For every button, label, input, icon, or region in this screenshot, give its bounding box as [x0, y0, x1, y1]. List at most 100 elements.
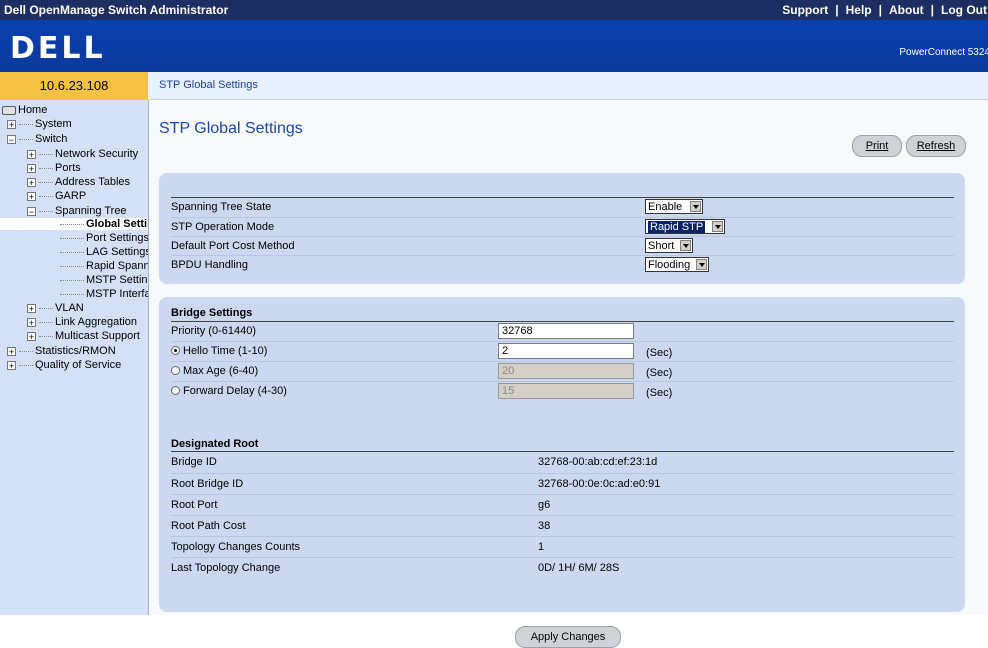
collapse-icon[interactable]: − — [27, 206, 36, 216]
expand-icon[interactable]: + — [7, 360, 16, 370]
page-title: STP Global Settings — [159, 120, 303, 137]
tree-item[interactable]: + Statistics/RMON — [7, 345, 116, 357]
tree-item[interactable]: + Ports — [27, 162, 81, 174]
tree-item[interactable]: + Link Aggregation — [27, 316, 137, 328]
tree-item[interactable]: − Spanning Tree — [27, 205, 127, 217]
default-port-cost-row: Default Port Cost Method Short — [171, 236, 954, 256]
hello-time-row: Hello Time (1-10) 2 (Sec) — [171, 341, 954, 361]
tree-item-label: Port Settings — [86, 232, 149, 244]
tree-connector — [19, 350, 33, 352]
stp-operation-mode-select[interactable]: Rapid STP — [645, 219, 725, 234]
hello-time-input[interactable]: 2 — [498, 343, 634, 359]
tree-item[interactable]: + GARP — [27, 190, 86, 202]
tree-item[interactable]: + VLAN — [27, 302, 84, 314]
max-age-radio[interactable] — [171, 365, 180, 375]
expand-icon[interactable]: + — [27, 191, 36, 201]
tree-item-label: MSTP Settings — [86, 274, 148, 286]
designated-root-label: Root Path Cost — [171, 520, 246, 532]
designated-root-value: g6 — [538, 499, 551, 511]
hello-time-label[interactable]: Hello Time (1-10) — [171, 345, 267, 357]
tree-item[interactable]: Home — [2, 104, 47, 116]
tree-connector — [39, 307, 53, 309]
priority-input[interactable]: 32768 — [498, 323, 634, 339]
forward-delay-radio[interactable] — [171, 385, 180, 395]
designated-root-row: Root Path Cost 38 — [171, 515, 954, 537]
designated-root-value: 1 — [538, 541, 545, 553]
max-age-input[interactable]: 20 — [498, 363, 634, 379]
tree-item-label: System — [35, 118, 72, 130]
expand-icon[interactable]: + — [27, 177, 36, 187]
tree-connector — [19, 138, 33, 140]
max-age-text: Max Age (6-40) — [183, 365, 259, 377]
designated-root-value: 32768-00:ab:cd:ef:23:1d — [538, 456, 658, 468]
priority-label: Priority (0-61440) — [171, 325, 256, 337]
main-content: STP Global Settings Print Refresh Spanni… — [149, 100, 988, 648]
designated-root-row: Last Topology Change 0D/ 1H/ 6M/ 28S — [171, 557, 954, 579]
designated-root-label: Bridge ID — [171, 456, 217, 468]
tree-connector — [39, 153, 53, 155]
forward-delay-unit: (Sec) — [646, 387, 673, 399]
designated-root-row: Root Bridge ID 32768-00:0e:0c:ad:e0:91 — [171, 473, 954, 495]
spanning-tree-state-select[interactable]: Enable — [645, 199, 703, 214]
tree-item-label: LAG Settings — [86, 246, 149, 258]
about-link[interactable]: About — [882, 3, 931, 17]
tree-item[interactable]: MSTP Interface Settings — [60, 288, 148, 300]
folder-icon — [2, 105, 16, 115]
expand-icon[interactable]: + — [27, 163, 36, 173]
tree-item[interactable]: MSTP Settings — [60, 274, 148, 286]
forward-delay-text: Forward Delay (4-30) — [183, 385, 287, 397]
tree-item[interactable]: Port Settings — [60, 232, 149, 244]
hello-time-unit: (Sec) — [646, 347, 673, 359]
designated-root-label: Root Port — [171, 499, 218, 511]
expand-icon[interactable]: + — [27, 149, 36, 159]
default-port-cost-select[interactable]: Short — [645, 238, 693, 253]
refresh-button[interactable]: Refresh — [906, 135, 966, 157]
bpdu-handling-select[interactable]: Flooding — [645, 257, 709, 272]
tree-item[interactable]: + Quality of Service — [7, 359, 121, 371]
apply-changes-button[interactable]: Apply Changes — [515, 626, 621, 648]
tree-item-label: Quality of Service — [35, 359, 122, 371]
spanning-tree-state-value: Enable — [648, 201, 683, 213]
tree-connector — [19, 123, 33, 125]
tree-connector — [60, 237, 84, 239]
tree-item[interactable]: + Network Security — [27, 148, 138, 160]
help-link[interactable]: Help — [839, 3, 879, 17]
tree-item[interactable]: + System — [7, 118, 72, 130]
tree-item[interactable]: Rapid Spanning Tree — [60, 260, 148, 272]
global-settings-panel: Spanning Tree State Enable STP Operation… — [159, 173, 965, 284]
tree-item[interactable]: + Multicast Support — [27, 330, 140, 342]
hello-time-radio[interactable] — [171, 345, 180, 355]
tree-item-selected[interactable]: Global Settings — [0, 218, 148, 230]
tree-item[interactable]: − Switch — [7, 133, 67, 145]
designated-root-value: 38 — [538, 520, 551, 532]
forward-delay-label[interactable]: Forward Delay (4-30) — [171, 385, 287, 397]
brand-bar: DELL PowerConnect 5324 — [0, 20, 988, 72]
tree-connector — [39, 321, 53, 323]
print-button[interactable]: Print — [852, 135, 902, 157]
support-link[interactable]: Support — [775, 3, 835, 17]
bpdu-handling-label: BPDU Handling — [171, 259, 249, 271]
expand-icon[interactable]: + — [27, 303, 36, 313]
tree-connector — [39, 335, 53, 337]
expand-icon[interactable]: + — [7, 119, 16, 129]
expand-icon[interactable]: + — [7, 346, 16, 356]
tree-item-label: GARP — [55, 190, 87, 202]
designated-root-panel: Designated Root Bridge ID 32768-00:ab:cd:… — [159, 428, 965, 612]
forward-delay-input[interactable]: 15 — [498, 383, 634, 399]
dell-logo: DELL — [10, 31, 106, 66]
logout-link[interactable]: Log Out — [934, 3, 988, 17]
collapse-icon[interactable]: − — [7, 134, 16, 144]
tree-item[interactable]: LAG Settings — [60, 246, 149, 258]
breadcrumb-link[interactable]: STP Global Settings — [159, 79, 258, 91]
app-title: Dell OpenManage Switch Administrator — [4, 3, 229, 17]
tree-item-label: Network Security — [55, 148, 139, 160]
designated-root-label: Last Topology Change — [171, 562, 281, 574]
expand-icon[interactable]: + — [27, 317, 36, 327]
max-age-label[interactable]: Max Age (6-40) — [171, 365, 258, 377]
ip-address: 10.6.23.108 — [0, 72, 148, 100]
tree-item[interactable]: + Address Tables — [27, 176, 130, 188]
designated-root-label: Root Bridge ID — [171, 478, 244, 490]
tree-item-label: VLAN — [55, 302, 84, 314]
expand-icon[interactable]: + — [27, 331, 36, 341]
tree-connector — [39, 210, 53, 212]
